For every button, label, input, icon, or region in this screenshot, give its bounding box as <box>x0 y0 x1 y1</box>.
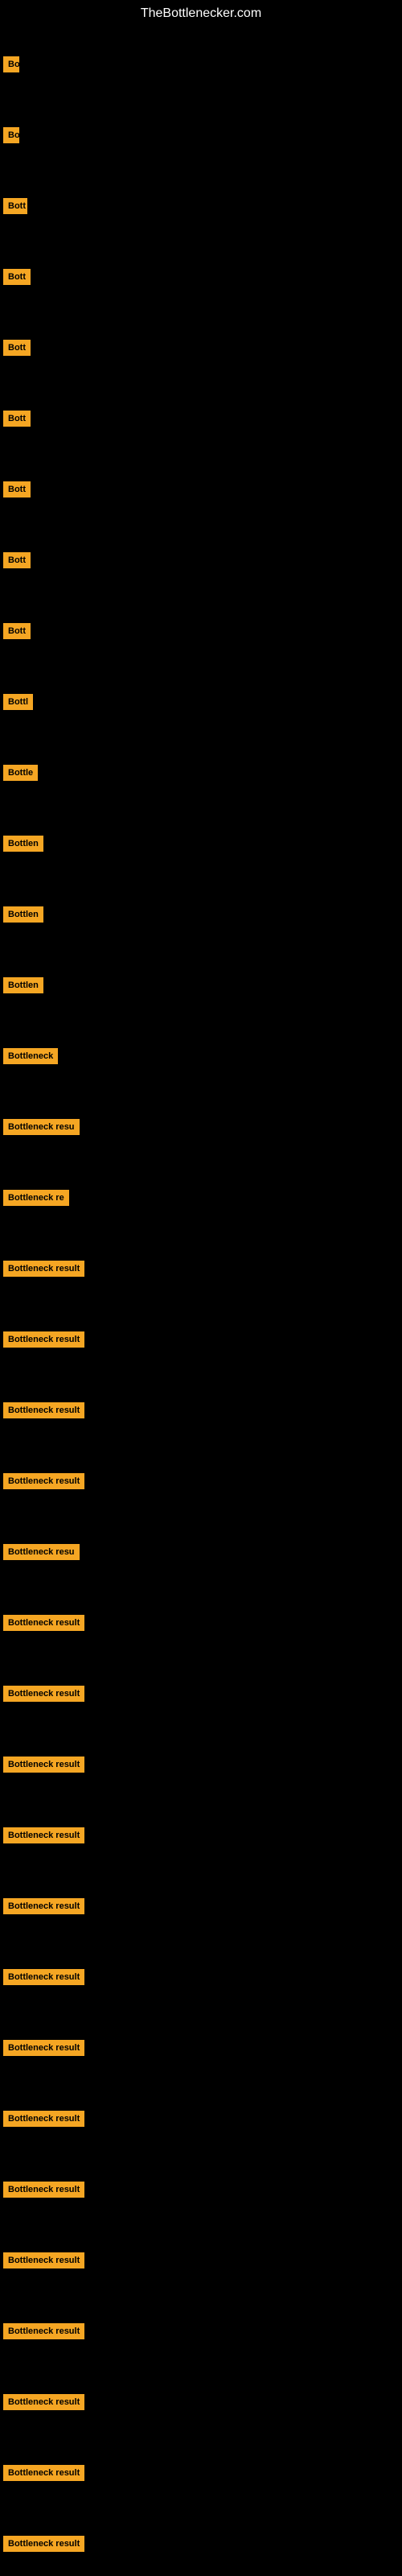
bottleneck-badge: Bottleneck result <box>3 2394 84 2410</box>
bottleneck-badge: Bottleneck result <box>3 2323 84 2339</box>
bottleneck-badge: Bo <box>3 127 19 143</box>
bottleneck-badge: Bottleneck result <box>3 1473 84 1489</box>
bottleneck-badge: Bottleneck re <box>3 1190 69 1206</box>
bottleneck-badge: Bott <box>3 623 31 639</box>
bottleneck-badge: Bottleneck result <box>3 2536 84 2552</box>
bottleneck-badge: Bott <box>3 552 31 568</box>
bottleneck-badge: Bottleneck result <box>3 1261 84 1277</box>
bottleneck-badge: Bottleneck result <box>3 1898 84 1914</box>
bottleneck-badge: Bottleneck result <box>3 1757 84 1773</box>
bottleneck-badge: Bottlen <box>3 836 43 852</box>
bottleneck-badge: Bottleneck result <box>3 2252 84 2268</box>
bottleneck-badge: Bottleneck result <box>3 2040 84 2056</box>
bottleneck-badge: Bottleneck result <box>3 1686 84 1702</box>
bottleneck-badge: Bottleneck result <box>3 1615 84 1631</box>
bottleneck-badge: Bott <box>3 481 31 497</box>
site-title: TheBottlenecker.com <box>0 0 402 24</box>
bottleneck-badge: Bottl <box>3 694 33 710</box>
bottleneck-badge: Bottle <box>3 765 38 781</box>
bottleneck-badge: Bottleneck result <box>3 2111 84 2127</box>
bottleneck-badge: Bottleneck <box>3 1048 58 1064</box>
bottleneck-badge: Bottleneck result <box>3 2465 84 2481</box>
bottleneck-badge: Bottlen <box>3 906 43 923</box>
bottleneck-badge: Bottleneck result <box>3 1331 84 1348</box>
bottleneck-badge: Bottleneck result <box>3 2182 84 2198</box>
bottleneck-badge: Bo <box>3 56 19 72</box>
bottleneck-badge: Bottleneck resu <box>3 1119 80 1135</box>
bottleneck-badge: Bottleneck resu <box>3 1544 80 1560</box>
bottleneck-badge: Bott <box>3 269 31 285</box>
bottleneck-badge: Bott <box>3 340 31 356</box>
bottleneck-badge: Bottlen <box>3 977 43 993</box>
bottleneck-badge: Bott <box>3 198 27 214</box>
bottleneck-badge: Bottleneck result <box>3 1827 84 1843</box>
bottleneck-badge: Bottleneck result <box>3 1969 84 1985</box>
bottleneck-badge: Bott <box>3 411 31 427</box>
bottleneck-badge: Bottleneck result <box>3 1402 84 1418</box>
